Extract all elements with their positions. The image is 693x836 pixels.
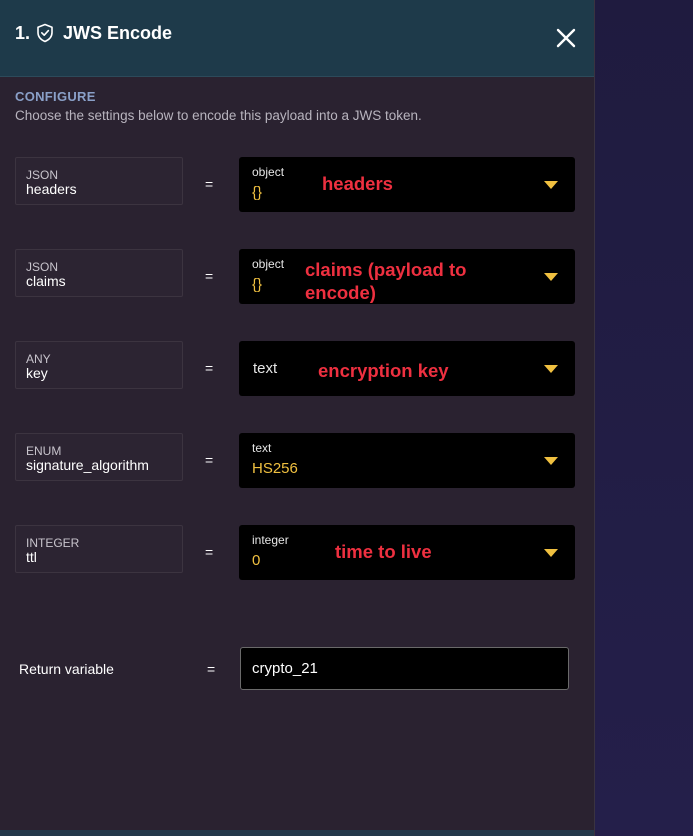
param-row-claims: JSON claims = object {} claims (payload … — [0, 249, 594, 305]
value-text: {} — [252, 184, 263, 201]
param-name: ttl — [26, 549, 37, 565]
equals-sign: = — [207, 661, 216, 677]
value-select-claims[interactable]: object {} claims (payload to encode) — [239, 249, 575, 304]
param-row-ttl: INTEGER ttl = integer 0 time to live — [0, 525, 594, 581]
param-label-box: ANY key — [15, 341, 183, 389]
value-select-signature-algorithm[interactable]: text HS256 — [239, 433, 575, 488]
jws-encode-panel: 1. JWS Encode CONFIGURE Choose the setti… — [0, 0, 595, 836]
param-type: JSON — [26, 260, 59, 274]
value-type: text — [253, 360, 278, 377]
value-text: {} — [252, 276, 263, 293]
annotation-ttl: time to live — [335, 541, 432, 562]
annotation-headers: headers — [322, 173, 393, 194]
value-type: object — [252, 257, 285, 271]
value-select-key[interactable]: text encryption key — [239, 341, 575, 396]
param-type: ANY — [26, 352, 51, 366]
chevron-down-icon — [544, 181, 558, 189]
param-label-box: JSON headers — [15, 157, 183, 205]
annotation-key: encryption key — [318, 360, 449, 381]
chevron-down-icon — [544, 457, 558, 465]
equals-sign: = — [205, 176, 214, 192]
bottom-divider — [0, 830, 594, 836]
param-label-box: JSON claims — [15, 249, 183, 297]
annotation-claims: claims (payload to encode) — [305, 259, 467, 303]
equals-sign: = — [205, 360, 214, 376]
value-text: HS256 — [252, 460, 298, 477]
value-select-headers[interactable]: object {} headers — [239, 157, 575, 212]
param-name: key — [26, 365, 48, 381]
equals-sign: = — [205, 452, 214, 468]
param-type: JSON — [26, 168, 59, 182]
value-select-ttl[interactable]: integer 0 time to live — [239, 525, 575, 580]
param-name: headers — [26, 181, 77, 197]
panel-title: JWS Encode — [63, 23, 173, 43]
close-icon[interactable] — [554, 26, 578, 50]
shield-check-icon — [37, 23, 53, 43]
chevron-down-icon — [544, 273, 558, 281]
background-area — [595, 0, 693, 836]
param-name: claims — [26, 273, 66, 289]
param-label-box: INTEGER ttl — [15, 525, 183, 573]
param-type: INTEGER — [26, 536, 80, 550]
value-type: text — [252, 441, 272, 455]
value-type: object — [252, 165, 285, 179]
section-label: CONFIGURE — [15, 89, 96, 104]
value-type: integer — [252, 533, 289, 547]
chevron-down-icon — [544, 365, 558, 373]
param-name: signature_algorithm — [26, 457, 149, 473]
param-row-signature-algorithm: ENUM signature_algorithm = text HS256 — [0, 433, 594, 489]
value-text: 0 — [252, 552, 261, 569]
equals-sign: = — [205, 544, 214, 560]
param-row-headers: JSON headers = object {} headers — [0, 157, 594, 213]
panel-header: 1. JWS Encode — [0, 0, 594, 77]
equals-sign: = — [205, 268, 214, 284]
param-type: ENUM — [26, 444, 62, 458]
chevron-down-icon — [544, 549, 558, 557]
step-number: 1. — [15, 23, 31, 43]
section-description: Choose the settings below to encode this… — [15, 108, 422, 123]
param-label-box: ENUM signature_algorithm — [15, 433, 183, 481]
param-row-key: ANY key = text encryption key — [0, 341, 594, 397]
return-variable-input[interactable] — [240, 647, 569, 690]
return-variable-label: Return variable — [19, 661, 114, 677]
